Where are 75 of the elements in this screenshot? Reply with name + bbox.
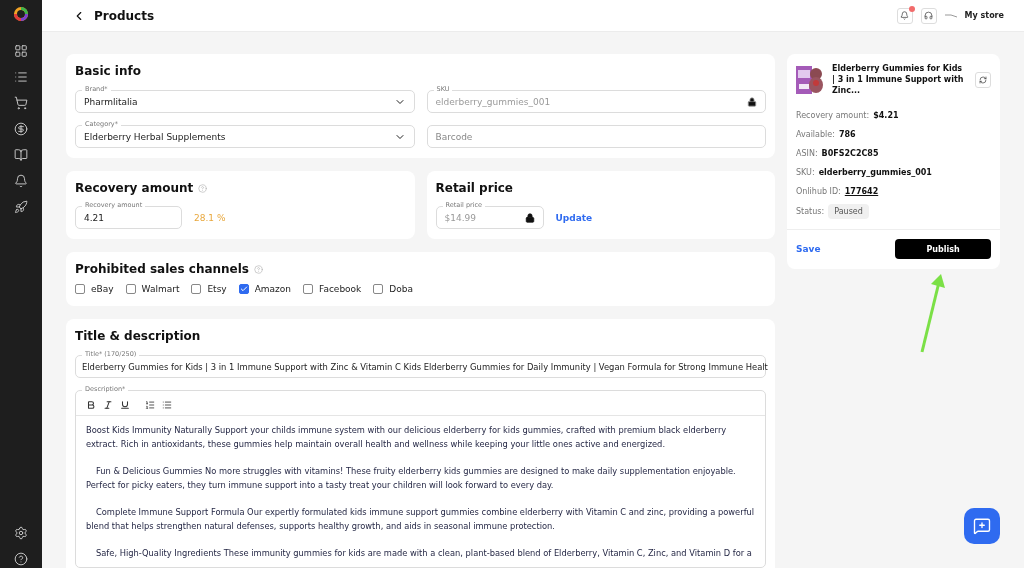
field-value: Pharmlitalia [84, 96, 139, 107]
chat-button[interactable] [964, 508, 1000, 544]
id-link[interactable]: 177642 [844, 186, 879, 196]
checkbox-label: Facebook [319, 284, 362, 294]
section-title: Recovery amount [75, 181, 194, 195]
detail-value: $4.21 [873, 110, 899, 120]
description-paragraph: Boost Kids Immunity Naturally Support your childs immune system with our delicious elderberry for kids gummies, crafted with premium black elderberry extract. Rich in antioxidants, these gummies help maintain overall health and wellness while keeping your little ones active and energized. [86, 424, 728, 451]
numbered-list-icon[interactable] [145, 400, 156, 411]
checkbox-label: Amazon [254, 284, 292, 294]
bold-icon[interactable] [86, 400, 97, 411]
detail-label: ASIN: [796, 148, 818, 158]
detail-label: Status: [796, 207, 825, 216]
sync-button[interactable] [975, 71, 991, 88]
headphones-icon [924, 11, 934, 20]
section-title: Prohibited sales channels [75, 262, 249, 276]
help-icon [198, 183, 208, 193]
field-value: elderberry_gummies_001 [435, 96, 552, 107]
field-value: Elderberry Gummies for Kids | 3 in 1 Immune Support with Zinc & Vitamin C Kids Elderberry Gummies for Daily Immunity | Vegan Formula for Strong Immune Healt [82, 361, 768, 372]
checkbox-label: Walmart [141, 284, 180, 294]
book-icon[interactable] [14, 148, 28, 162]
checkbox[interactable] [125, 284, 136, 294]
checkbox[interactable] [191, 284, 202, 294]
section-title: Basic info [75, 64, 142, 78]
product-title: Elderberry Gummies for Kids | 3 in 1 Immune Support with Zinc... [832, 63, 965, 96]
field-value: Elderberry Herbal Supplements [84, 131, 227, 142]
italic-icon[interactable] [103, 400, 114, 411]
store-button[interactable]: My store [944, 11, 1004, 20]
detail-label: Recovery amount: [796, 110, 870, 120]
percent-text: 28.1 % [194, 212, 226, 223]
checkbox[interactable] [373, 284, 384, 294]
field-value: $14.99 [444, 212, 477, 223]
save-link[interactable]: Save [796, 244, 821, 254]
checkbox-label: Etsy [207, 284, 227, 294]
checkbox[interactable] [75, 284, 85, 294]
chat-icon [973, 517, 991, 535]
status-badge: Paused [828, 204, 869, 219]
publish-button[interactable]: Publish [895, 239, 991, 259]
store-logo-icon [944, 13, 957, 18]
rocket-icon[interactable] [14, 200, 28, 214]
section-title: Title & description [75, 329, 202, 343]
description-paragraph: Fun & Delicious Gummies No more struggles with vitamins! These fruity elderberry kids gummies are designed to make daily supplementation enjoyable. Perfect for picky eaters, they turn immune support into a tasty treat your children will look forward to every day. [86, 465, 737, 492]
notifications-button[interactable] [896, 7, 913, 24]
lock-icon [524, 212, 535, 223]
list-icon[interactable] [14, 70, 28, 84]
bell-icon[interactable] [14, 174, 28, 188]
description-paragraph: Safe, High-Quality Ingredients These immunity gummies for kids are made with a clean, plant-based blend of Elderberry, Vitamin C, Zinc, and Vitamin D for a [95, 547, 753, 560]
detail-value: 786 [838, 129, 856, 139]
help-icon[interactable] [14, 552, 28, 566]
page-title: Products [94, 8, 155, 23]
support-button[interactable] [920, 7, 937, 24]
checkbox-label: Doba [389, 284, 413, 294]
settings-icon[interactable] [14, 526, 28, 540]
detail-label: SKU: [796, 167, 815, 177]
bullet-list-icon[interactable] [162, 400, 173, 411]
cart-icon[interactable] [14, 96, 28, 110]
checkbox-label: eBay [91, 284, 114, 294]
input-field[interactable]: Barcode [426, 125, 766, 148]
checkbox[interactable] [238, 284, 249, 294]
help-icon [254, 264, 263, 274]
update-link[interactable]: Update [555, 212, 593, 223]
detail-value: B0FS2C2C85 [821, 148, 879, 158]
underline-icon[interactable] [120, 400, 131, 411]
field-value: 4.21 [84, 212, 106, 223]
detail-label: Available: [796, 129, 835, 139]
refresh-icon [979, 75, 987, 84]
dollar-icon[interactable] [14, 122, 28, 136]
logo-icon[interactable] [13, 6, 29, 22]
detail-label: Onlihub ID: [796, 186, 841, 196]
bell-icon [900, 11, 910, 20]
checkbox[interactable] [303, 284, 314, 294]
grid-icon[interactable] [14, 44, 28, 58]
detail-value: elderberry_gummies_001 [818, 167, 932, 177]
description-paragraph: Complete Immune Support Formula Our expertly formulated kids immune support gummies combine elderberry with Vitamin C and zinc, providing a powerful blend that helps strengthen natural defenses, supports healthy growth, and aids in seasonal immune protection. [86, 506, 755, 533]
section-title: Retail price [435, 181, 514, 195]
lock-icon [747, 96, 757, 107]
